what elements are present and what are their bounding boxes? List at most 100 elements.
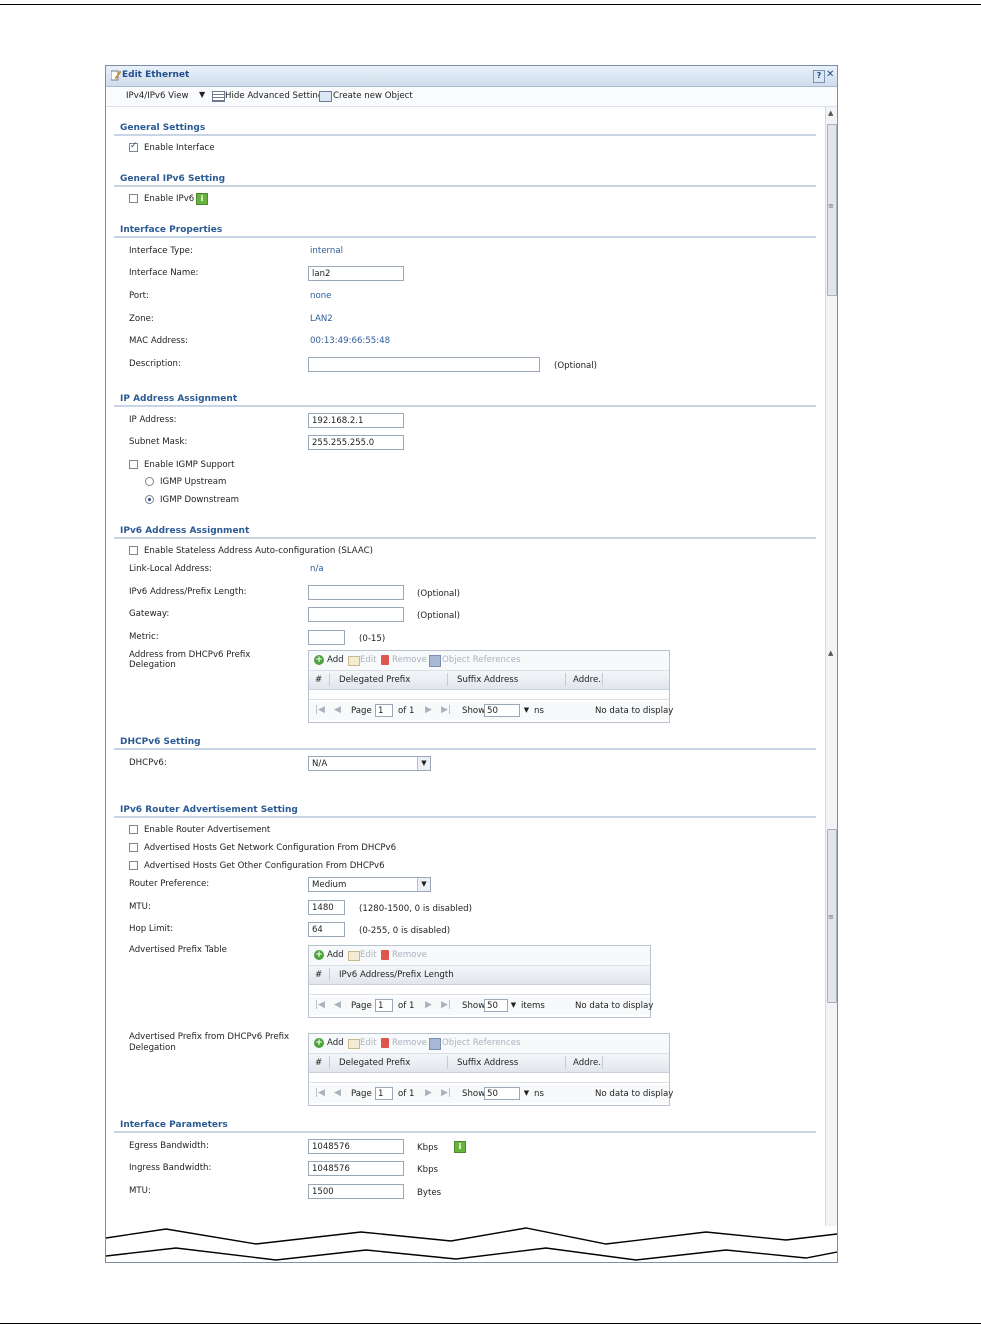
first-page-icon[interactable]: |◀ <box>315 1088 325 1098</box>
slaac-label: Enable Stateless Address Auto-configurat… <box>144 546 374 556</box>
ra-mtu-label: MTU: <box>129 902 151 912</box>
page-input[interactable]: 1 <box>375 999 393 1012</box>
prev-page-icon[interactable]: ◀ <box>334 1088 341 1098</box>
ingress-input[interactable]: 1048576 <box>308 1161 404 1176</box>
column-header[interactable]: Delegated Prefix <box>339 1058 410 1068</box>
interface-name-label: Interface Name: <box>129 268 199 278</box>
chevron-down-icon[interactable]: ▼ <box>417 757 430 770</box>
last-page-icon[interactable]: ▶| <box>441 1088 451 1098</box>
scroll-up-icon[interactable]: ▲ <box>828 109 833 117</box>
remove-button[interactable]: Remove <box>392 655 427 665</box>
interface-name-input[interactable]: lan2 <box>308 266 404 281</box>
enable-ipv6-checkbox[interactable] <box>129 194 138 203</box>
interface-parameters-heading: Interface Parameters <box>120 1120 228 1130</box>
first-page-icon[interactable]: |◀ <box>315 705 325 715</box>
page-input[interactable]: 1 <box>375 1087 393 1100</box>
ip-address-input[interactable]: 192.168.2.1 <box>308 413 404 428</box>
subnet-mask-input[interactable]: 255.255.255.0 <box>308 435 404 450</box>
ipv6-prefix-input[interactable] <box>308 585 404 600</box>
gateway-input[interactable] <box>308 607 404 622</box>
hop-limit-input[interactable]: 64 <box>308 922 345 937</box>
column-header[interactable]: IPv6 Address/Prefix Length <box>339 970 454 980</box>
chevron-down-icon[interactable]: ▼ <box>521 704 532 717</box>
prev-page-icon[interactable]: ◀ <box>334 1000 341 1010</box>
view-selector[interactable]: IPv4/IPv6 View <box>126 91 189 101</box>
page-size-select[interactable]: 50 <box>484 999 508 1012</box>
hide-advanced-button[interactable]: Hide Advanced Settings <box>225 91 328 101</box>
dhcpv6-value: N/A <box>312 759 328 769</box>
igmp-upstream-label: IGMP Upstream <box>160 477 227 487</box>
edit-button[interactable]: Edit <box>360 1038 377 1048</box>
add-icon[interactable]: + <box>314 950 324 960</box>
enable-interface-checkbox[interactable] <box>129 141 138 152</box>
column-header[interactable]: # <box>315 970 322 980</box>
table-body <box>309 985 650 995</box>
chevron-down-icon[interactable]: ▼ <box>417 878 430 891</box>
column-header[interactable]: Addre.. <box>573 1058 604 1068</box>
next-page-icon[interactable]: ▶ <box>425 705 432 715</box>
last-page-icon[interactable]: ▶| <box>441 705 451 715</box>
remove-button[interactable]: Remove <box>392 1038 427 1048</box>
add-button[interactable]: Add <box>327 655 344 665</box>
first-page-icon[interactable]: |◀ <box>315 1000 325 1010</box>
torn-edge <box>106 1226 837 1262</box>
edit-button[interactable]: Edit <box>360 950 377 960</box>
column-header[interactable]: Suffix Address <box>457 675 518 685</box>
igmp-downstream-radio[interactable] <box>145 495 154 504</box>
close-icon[interactable]: ✕ <box>826 69 834 80</box>
metric-input[interactable] <box>308 630 345 645</box>
add-icon[interactable]: + <box>314 1038 324 1048</box>
chevron-down-icon[interactable]: ▼ <box>199 90 205 99</box>
page-size-select[interactable]: 50 <box>484 704 520 717</box>
scroll-marker-icon: ▲ <box>828 649 834 657</box>
column-header[interactable]: Suffix Address <box>457 1058 518 1068</box>
page-input[interactable]: 1 <box>375 704 393 717</box>
vertical-scrollbar[interactable]: ▲ ≡ ▲ ≡ <box>825 107 837 1262</box>
enable-ra-label: Enable Router Advertisement <box>144 825 271 835</box>
add-icon[interactable]: + <box>314 655 324 665</box>
info-icon[interactable]: i <box>196 193 208 205</box>
description-hint: (Optional) <box>554 361 598 371</box>
igmp-upstream-radio[interactable] <box>145 477 154 486</box>
help-icon[interactable]: ? <box>813 70 825 83</box>
edit-button[interactable]: Edit <box>360 655 377 665</box>
page-label: Page <box>351 706 372 716</box>
description-input[interactable] <box>308 357 540 372</box>
dhcpv6-select[interactable]: N/A ▼ <box>308 756 431 771</box>
chevron-down-icon[interactable]: ▼ <box>521 1087 532 1100</box>
column-header[interactable]: # <box>315 675 322 685</box>
egress-input[interactable]: 1048576 <box>308 1139 404 1154</box>
network-config-checkbox[interactable] <box>129 843 138 852</box>
chevron-down-icon[interactable]: ▼ <box>508 999 519 1012</box>
prev-page-icon[interactable]: ◀ <box>334 705 341 715</box>
column-header[interactable]: # <box>315 1058 322 1068</box>
scroll-thumb-upper[interactable] <box>827 124 837 296</box>
next-page-icon[interactable]: ▶ <box>425 1088 432 1098</box>
other-config-checkbox[interactable] <box>129 861 138 870</box>
column-header[interactable]: Delegated Prefix <box>339 675 410 685</box>
create-object-button[interactable]: Create new Object <box>333 91 413 101</box>
add-button[interactable]: Add <box>327 1038 344 1048</box>
table-body <box>309 1073 669 1083</box>
metric-label: Metric: <box>129 632 159 642</box>
dhcp-prefix-label: Address from DHCPv6 Prefix <box>129 650 251 660</box>
object-references-button[interactable]: Object References <box>442 1038 520 1048</box>
enable-ra-checkbox[interactable] <box>129 825 138 834</box>
page-size-select[interactable]: 50 <box>484 1087 520 1100</box>
add-button[interactable]: Add <box>327 950 344 960</box>
router-preference-select[interactable]: Medium ▼ <box>308 877 431 892</box>
link-local-value: n/a <box>310 564 324 574</box>
remove-button[interactable]: Remove <box>392 950 427 960</box>
network-config-label: Advertised Hosts Get Network Configurati… <box>144 843 397 853</box>
last-page-icon[interactable]: ▶| <box>441 1000 451 1010</box>
prefix-table-label: Advertised Prefix Table <box>129 945 227 955</box>
ra-mtu-input[interactable]: 1480 <box>308 900 345 915</box>
router-preference-label: Router Preference: <box>129 879 210 889</box>
column-header[interactable]: Addre.. <box>573 675 604 685</box>
param-mtu-input[interactable]: 1500 <box>308 1184 404 1199</box>
next-page-icon[interactable]: ▶ <box>425 1000 432 1010</box>
object-references-button[interactable]: Object References <box>442 655 520 665</box>
slaac-checkbox[interactable] <box>129 546 138 555</box>
enable-igmp-checkbox[interactable] <box>129 460 138 469</box>
info-icon[interactable]: i <box>454 1141 466 1153</box>
